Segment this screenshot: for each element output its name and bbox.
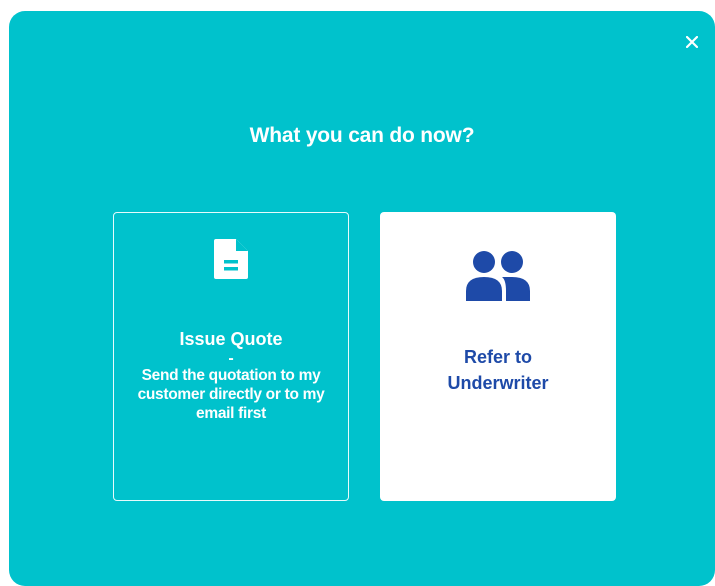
document-icon xyxy=(114,239,348,279)
refer-underwriter-label: Refer to Underwriter xyxy=(390,344,606,396)
action-dialog: What you can do now? Issue Quote - Send … xyxy=(9,11,715,586)
issue-quote-option[interactable]: Issue Quote - Send the quotation to my c… xyxy=(113,212,349,501)
issue-quote-text: Issue Quote - Send the quotation to my c… xyxy=(124,330,338,423)
refer-underwriter-line1: Refer to xyxy=(463,347,532,367)
users-icon xyxy=(380,249,616,301)
issue-quote-title: Issue Quote xyxy=(179,329,283,349)
close-icon[interactable] xyxy=(686,36,698,48)
dialog-title: What you can do now? xyxy=(249,124,475,147)
issue-quote-description: Send the quotation to my customer direct… xyxy=(137,367,325,422)
refer-underwriter-line2: Underwriter xyxy=(447,373,549,393)
issue-quote-separator: - xyxy=(228,350,234,367)
refer-underwriter-option[interactable]: Refer to Underwriter xyxy=(380,212,616,501)
close-button[interactable] xyxy=(681,31,703,53)
